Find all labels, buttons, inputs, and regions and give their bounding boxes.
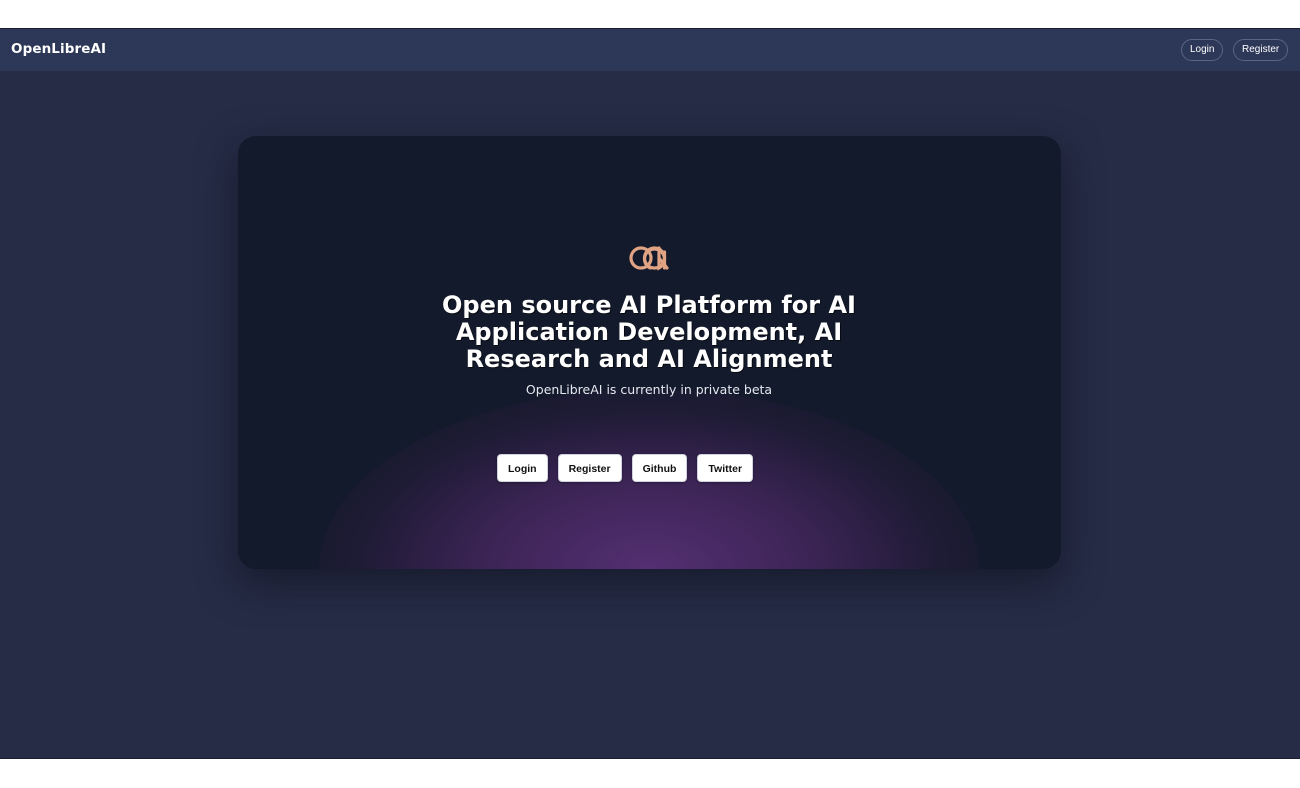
hero-twitter-button[interactable]: Twitter <box>697 454 754 482</box>
hero-subtitle: OpenLibreAI is currently in private beta <box>525 382 773 397</box>
hero-register-button[interactable]: Register <box>557 454 622 482</box>
brand-name[interactable]: OpenLibreAI <box>11 41 106 57</box>
nav-register-button[interactable]: Register <box>1233 39 1289 61</box>
hero-headline: Open source AI Platform for AI Applicati… <box>442 291 856 373</box>
hero-button-row: Login Register Github Twitter <box>497 454 754 484</box>
hero-login-button[interactable]: Login <box>497 454 548 482</box>
top-navbar: OpenLibreAI Login Register <box>0 29 1300 71</box>
app-viewport: OpenLibreAI Login Register Open source A… <box>0 28 1300 759</box>
hero-github-button[interactable]: Github <box>631 454 688 482</box>
hero-card: Open source AI Platform for AI Applicati… <box>238 136 1061 569</box>
nav-login-button[interactable]: Login <box>1181 39 1224 61</box>
openlibreai-logo-icon <box>629 246 669 271</box>
